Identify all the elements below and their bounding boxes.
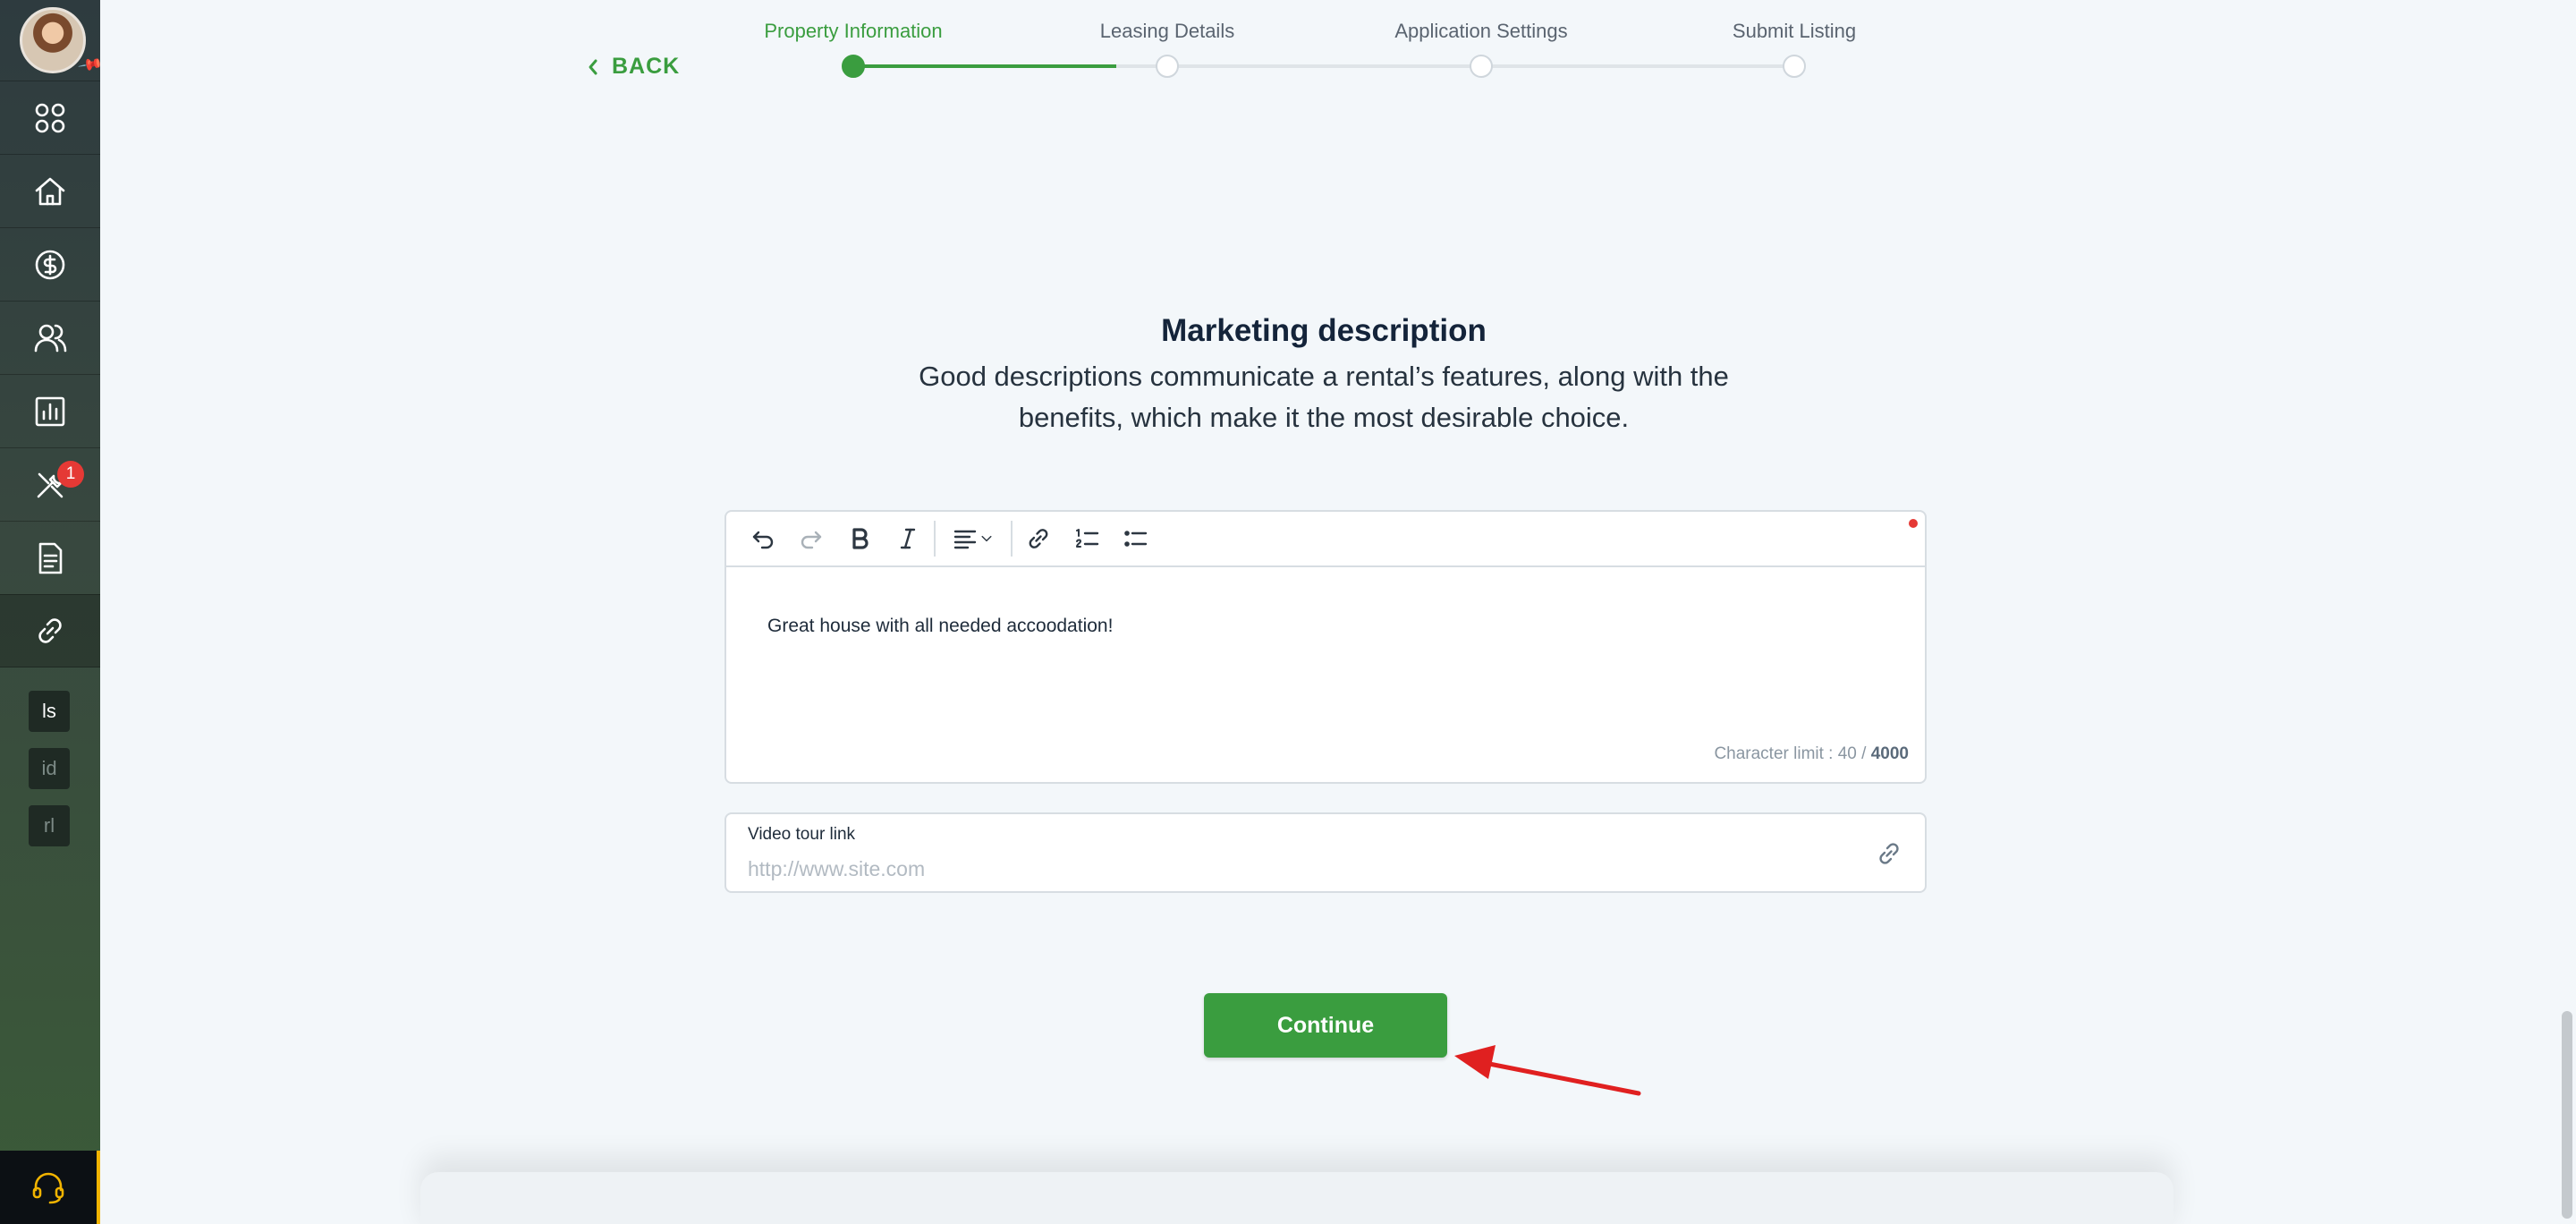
stepper-progress — [853, 64, 1116, 68]
description-editor[interactable]: Great house with all needed accoodation!… — [724, 510, 1927, 784]
dollar-icon — [35, 250, 65, 279]
step-dot-leasing-details — [1156, 55, 1179, 78]
sidebar-item-listings[interactable] — [0, 594, 100, 667]
editor-content[interactable]: Great house with all needed accoodation! — [767, 616, 1113, 637]
character-limit-max: 4000 — [1870, 744, 1909, 763]
sidebar-item-documents[interactable] — [0, 521, 100, 594]
video-tour-label: Video tour link — [748, 825, 856, 844]
section-subtitle-line-1: Good descriptions communicate a rental’s… — [919, 361, 1729, 392]
chevron-down-icon — [981, 535, 992, 542]
step-dot-application-settings — [1470, 55, 1493, 78]
mini-item-rl[interactable]: rl — [29, 805, 70, 846]
ordered-list-button[interactable] — [1063, 517, 1111, 560]
headset-icon — [32, 1172, 64, 1204]
bold-icon — [852, 528, 869, 549]
redo-button[interactable] — [787, 517, 835, 560]
avatar[interactable] — [20, 7, 86, 73]
step-dot-property-information — [842, 55, 865, 78]
section-subtitle-line-2: benefits, which make it the most desirab… — [1018, 402, 1630, 433]
scrollbar[interactable] — [2558, 0, 2576, 1224]
link-icon — [38, 618, 62, 643]
step-application-settings[interactable]: Application Settings — [1394, 20, 1567, 43]
step-dot-submit-listing — [1783, 55, 1806, 78]
editor-toolbar — [726, 512, 1925, 567]
align-dropdown[interactable] — [937, 517, 1009, 560]
users-icon — [34, 324, 67, 352]
character-limit: Character limit : 40 / 4000 — [1714, 744, 1909, 764]
character-limit-label: Character limit : 40 / — [1714, 744, 1867, 763]
toolbar-divider — [934, 521, 936, 557]
sidebar-item-payments[interactable] — [0, 227, 100, 301]
annotation-arrow — [1454, 1045, 1641, 1096]
link-icon — [1029, 529, 1048, 548]
scrollbar-thumb[interactable] — [2562, 1011, 2572, 1219]
continue-button[interactable]: Continue — [1204, 993, 1447, 1058]
undo-button[interactable] — [739, 517, 787, 560]
step-leasing-details[interactable]: Leasing Details — [1100, 20, 1234, 43]
link-icon — [1875, 839, 1903, 868]
align-left-icon — [953, 530, 977, 549]
mini-item-ls[interactable]: ls — [29, 691, 70, 732]
bullet-list-button[interactable] — [1111, 517, 1159, 560]
video-tour-field: Video tour link — [724, 812, 1927, 893]
section-title: Marketing description — [1161, 313, 1487, 348]
video-tour-input[interactable] — [748, 854, 1821, 884]
grid-icon — [35, 103, 65, 132]
sidebar-item-maintenance[interactable]: 1 — [0, 447, 100, 521]
chevron-left-icon — [589, 59, 597, 74]
sidebar-item-reports[interactable] — [0, 374, 100, 447]
italic-button[interactable] — [884, 517, 932, 560]
chart-icon — [35, 396, 65, 426]
section-header: Marketing description Good descriptions … — [894, 311, 1753, 438]
section-subtitle: Good descriptions communicate a rental’s… — [894, 356, 1753, 438]
help-button[interactable] — [0, 1151, 100, 1224]
bottom-panel — [420, 1172, 2174, 1224]
bullet-list-icon — [1124, 531, 1148, 547]
toolbar-divider — [1011, 521, 1013, 557]
sidebar-item-properties[interactable] — [0, 154, 100, 227]
sidebar-item-people[interactable] — [0, 301, 100, 374]
back-button[interactable]: BACK — [587, 54, 680, 80]
notification-badge: 1 — [57, 461, 84, 488]
undo-icon — [752, 531, 774, 549]
mini-item-id[interactable]: id — [29, 748, 70, 789]
bold-button[interactable] — [835, 517, 884, 560]
step-submit-listing[interactable]: Submit Listing — [1733, 20, 1856, 43]
required-indicator — [1909, 519, 1918, 528]
sidebar: 📌 1 ls id rl — [0, 0, 104, 1224]
italic-icon — [900, 528, 916, 549]
step-property-information[interactable]: Property Information — [764, 20, 942, 43]
insert-link-button[interactable] — [1014, 517, 1063, 560]
sidebar-item-dashboard[interactable] — [0, 81, 100, 154]
redo-icon — [801, 531, 822, 549]
ordered-list-icon — [1076, 529, 1099, 548]
back-label: BACK — [612, 54, 681, 79]
document-icon — [38, 542, 63, 574]
home-icon — [35, 177, 65, 205]
